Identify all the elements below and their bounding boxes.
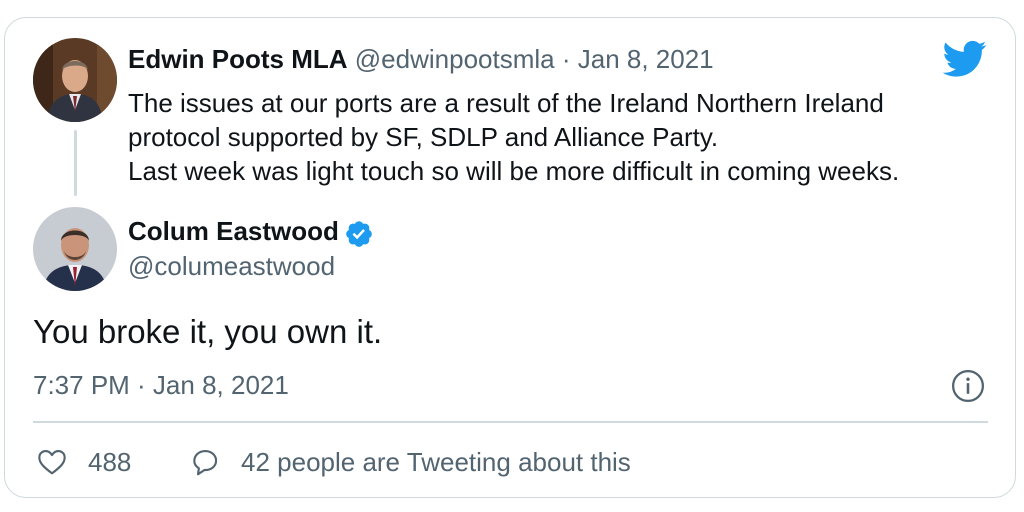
heart-icon — [38, 450, 66, 475]
thread-connector-line — [74, 130, 77, 196]
parent-author-name[interactable]: Edwin Poots MLA — [128, 44, 348, 74]
action-divider — [33, 421, 988, 423]
info-icon[interactable] — [951, 369, 985, 403]
main-author-avatar[interactable] — [33, 207, 117, 291]
tweet-timestamp[interactable]: 7:37 PM · Jan 8, 2021 — [33, 370, 289, 401]
parent-tweet-line: protocol supported by SF, SDLP and Allia… — [128, 122, 719, 152]
like-count: 488 — [88, 446, 132, 477]
main-tweet-text: You broke it, you own it. — [33, 313, 383, 350]
twitter-bird-icon[interactable] — [943, 40, 987, 78]
verified-badge-icon — [346, 221, 372, 247]
parent-tweet-line: Last week was light touch so will be mor… — [128, 156, 900, 186]
like-button[interactable]: 488 — [36, 446, 131, 478]
conversation-button[interactable]: 42 people are Tweeting about this — [189, 446, 631, 478]
parent-tweet-date[interactable]: Jan 8, 2021 — [578, 44, 714, 74]
speech-bubble-icon — [193, 450, 218, 476]
parent-author-handle[interactable]: @edwinpootsmla — [355, 44, 555, 74]
parent-tweet-header: Edwin Poots MLA @edwinpootsmla · Jan 8, … — [128, 44, 714, 75]
main-author-handle[interactable]: @columeastwood — [128, 251, 335, 282]
parent-author-avatar[interactable] — [33, 38, 117, 122]
conversation-text: 42 people are Tweeting about this — [241, 446, 631, 477]
parent-tweet-line: The issues at our ports are a result of … — [128, 88, 884, 118]
main-author-name[interactable]: Colum Eastwood — [128, 216, 339, 247]
header-separator: · — [561, 44, 571, 74]
parent-tweet-text: The issues at our ports are a result of … — [128, 86, 988, 188]
